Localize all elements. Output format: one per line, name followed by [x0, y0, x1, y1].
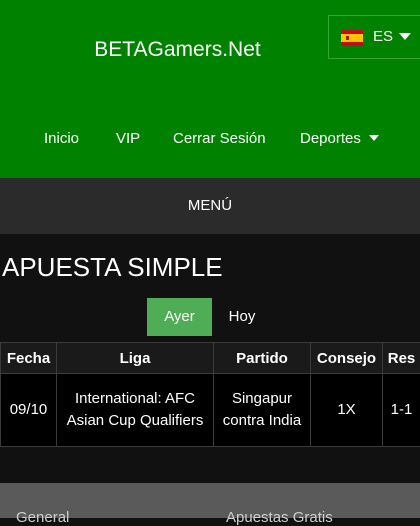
- chevron-down-icon: [369, 135, 379, 142]
- menu-toggle[interactable]: MENÚ: [0, 178, 420, 234]
- nav-vip[interactable]: VIP: [116, 130, 140, 147]
- cell-fecha: 09/10: [1, 374, 57, 447]
- language-code: ES: [373, 28, 393, 45]
- tips-table: Fecha Liga Partido Consejo Res 09/10 Int…: [0, 342, 420, 447]
- table-row: 09/10 International: AFC Asian Cup Quali…: [1, 374, 420, 447]
- language-selector[interactable]: ES: [328, 15, 420, 59]
- site-header: BETAGamers.Net ES Inicio VIP Cerrar Sesi…: [0, 0, 420, 178]
- main-content: APUESTA SIMPLE Ayer Hoy Fecha Liga Parti…: [0, 234, 420, 483]
- nav-cerrar-sesion[interactable]: Cerrar Sesión: [173, 130, 266, 147]
- page-title: APUESTA SIMPLE: [2, 252, 223, 283]
- nav-deportes-label: Deportes: [300, 130, 361, 147]
- column-header-consejo: Consejo: [311, 343, 383, 374]
- cell-consejo: 1X: [311, 374, 383, 447]
- site-logo-text[interactable]: BETAGamers.Net: [0, 38, 355, 62]
- tab-ayer[interactable]: Ayer: [147, 298, 212, 336]
- column-header-liga: Liga: [57, 343, 214, 374]
- site-footer: General Apuestas Gratis: [0, 483, 420, 518]
- table-header-row: Fecha Liga Partido Consejo Res: [1, 343, 420, 374]
- cell-res: 1-1: [383, 374, 420, 447]
- column-header-res: Res: [383, 343, 420, 374]
- column-header-fecha: Fecha: [1, 343, 57, 374]
- cell-liga: International: AFC Asian Cup Qualifiers: [57, 374, 214, 447]
- chevron-down-icon: [399, 33, 411, 41]
- tab-hoy[interactable]: Hoy: [214, 298, 270, 336]
- nav-inicio[interactable]: Inicio: [44, 130, 79, 147]
- nav-deportes[interactable]: Deportes: [300, 130, 379, 147]
- cell-partido: Singapur contra India: [214, 374, 311, 447]
- spain-flag-icon: [341, 30, 363, 46]
- column-header-partido: Partido: [214, 343, 311, 374]
